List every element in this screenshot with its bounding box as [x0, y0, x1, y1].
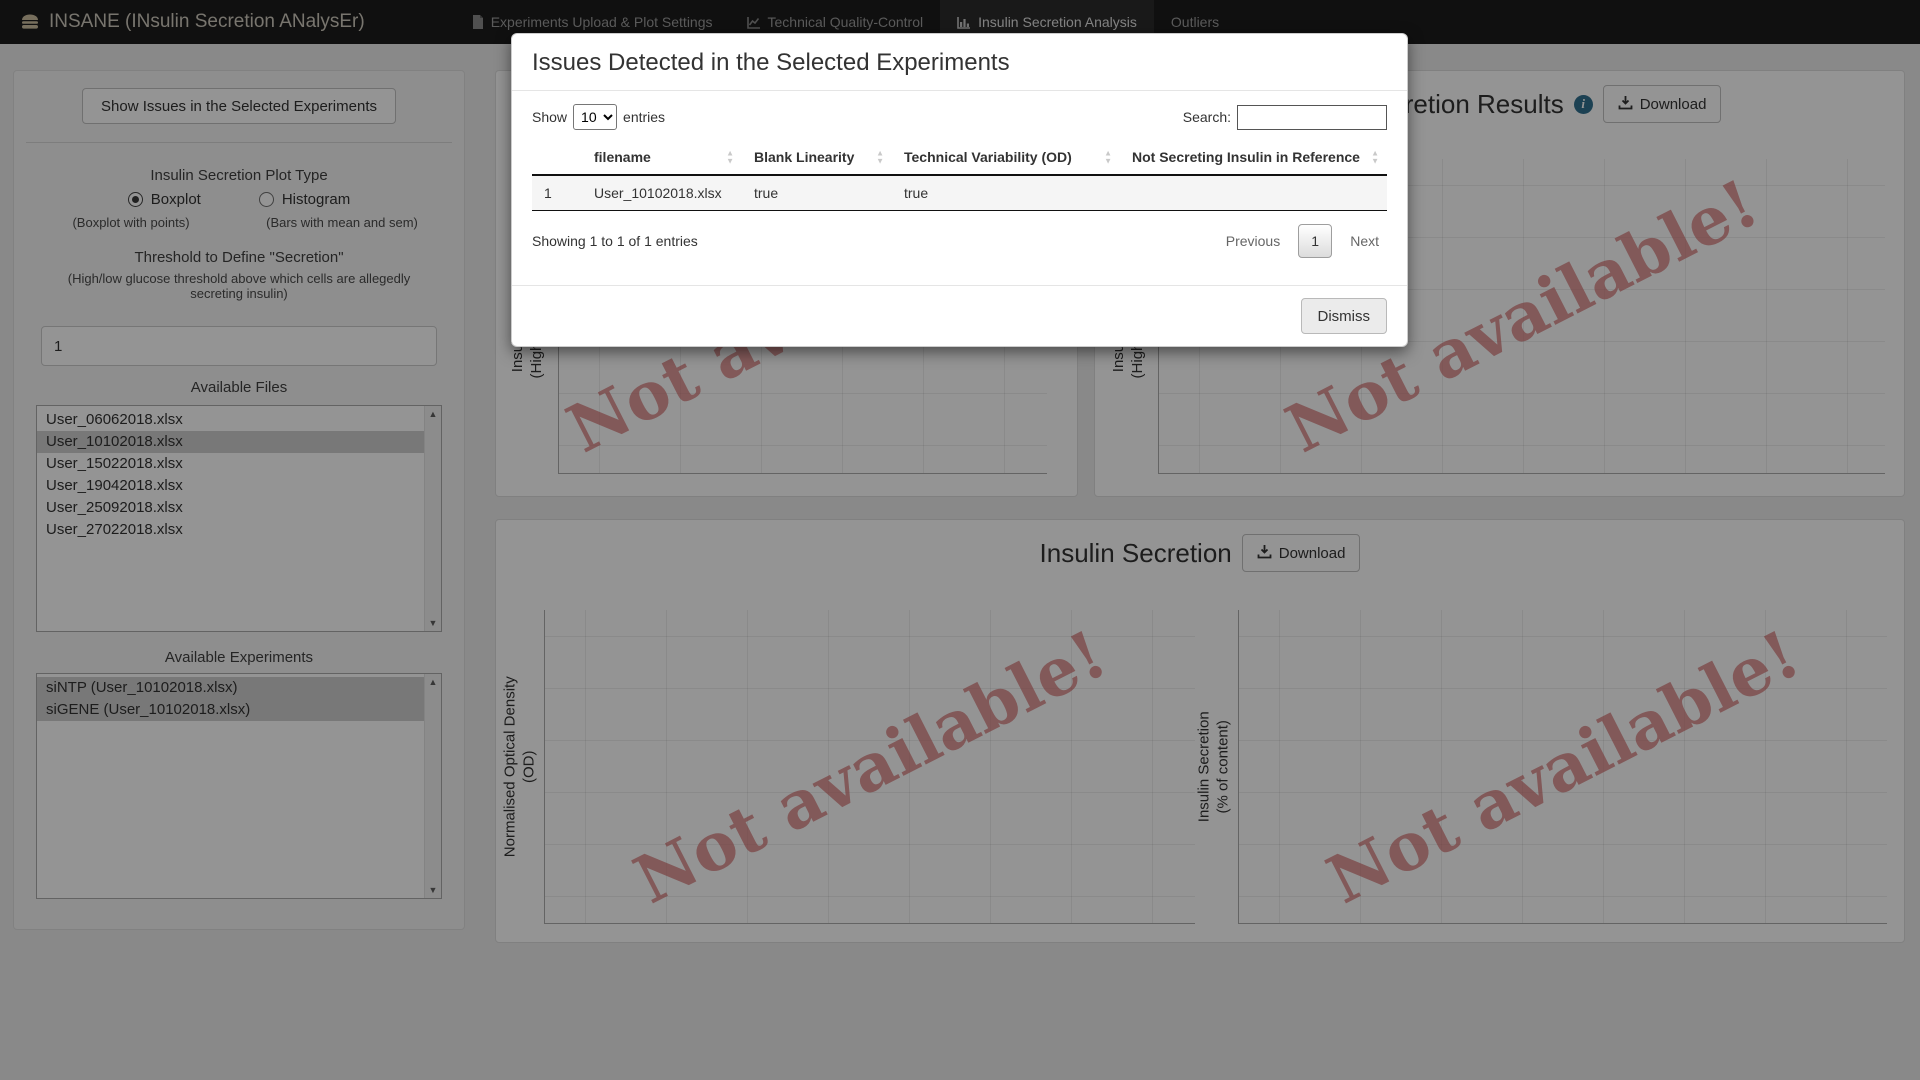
column-header-index: [532, 140, 582, 175]
sort-icon: ▲▼: [876, 149, 884, 164]
cell-blank-linearity: true: [742, 175, 892, 211]
cell-index: 1: [532, 175, 582, 211]
sort-icon: ▲▼: [726, 149, 734, 164]
issues-table: filename ▲▼ Blank Linearity ▲▼ Technical…: [532, 140, 1387, 211]
next-page-button[interactable]: Next: [1342, 227, 1387, 255]
column-header-filename[interactable]: filename ▲▼: [582, 140, 742, 175]
search-label: Search:: [1183, 109, 1231, 125]
search-input[interactable]: [1237, 105, 1387, 130]
current-page-button[interactable]: 1: [1298, 224, 1332, 258]
cell-technical-variability: true: [892, 175, 1120, 211]
previous-page-button[interactable]: Previous: [1218, 227, 1288, 255]
modal-title: Issues Detected in the Selected Experime…: [532, 49, 1387, 77]
column-header-not-secreting[interactable]: Not Secreting Insulin in Reference ▲▼: [1120, 140, 1387, 175]
column-header-blank-linearity[interactable]: Blank Linearity ▲▼: [742, 140, 892, 175]
modal-header: Issues Detected in the Selected Experime…: [512, 34, 1407, 91]
search-control: Search:: [1183, 105, 1387, 130]
datatable-footer: Showing 1 to 1 of 1 entries Previous 1 N…: [532, 224, 1387, 258]
dismiss-button[interactable]: Dismiss: [1301, 298, 1388, 334]
page-length-select[interactable]: 10: [573, 104, 617, 130]
datatable-controls: Show 10 entries Search:: [532, 104, 1387, 130]
page-length-control: Show 10 entries: [532, 104, 665, 130]
showing-info: Showing 1 to 1 of 1 entries: [532, 233, 698, 249]
entries-label: entries: [623, 109, 665, 125]
show-label: Show: [532, 109, 567, 125]
issues-modal: Issues Detected in the Selected Experime…: [511, 33, 1408, 347]
table-row: 1 User_10102018.xlsx true true: [532, 175, 1387, 211]
sort-icon: ▲▼: [1104, 149, 1112, 164]
sort-icon: ▲▼: [1371, 149, 1379, 164]
pagination: Previous 1 Next: [1218, 224, 1387, 258]
column-header-technical-variability[interactable]: Technical Variability (OD) ▲▼: [892, 140, 1120, 175]
cell-filename: User_10102018.xlsx: [582, 175, 742, 211]
cell-not-secreting: [1120, 175, 1387, 211]
table-header-row: filename ▲▼ Blank Linearity ▲▼ Technical…: [532, 140, 1387, 175]
modal-body: Show 10 entries Search: filename ▲▼ Bla: [512, 91, 1407, 275]
modal-footer: Dismiss: [512, 285, 1407, 346]
